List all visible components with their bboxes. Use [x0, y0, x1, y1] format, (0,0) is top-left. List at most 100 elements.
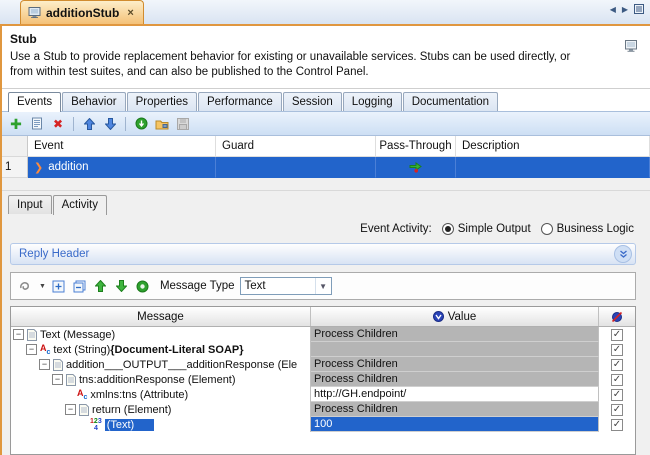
events-toolbar: ✚ ✖ [2, 111, 650, 136]
description-cell[interactable] [456, 157, 650, 178]
nil-cell[interactable] [599, 327, 635, 342]
tree-row-tns-additionresponse[interactable]: tns:additionResponse (Element) Process C… [11, 372, 635, 387]
tab-activity[interactable]: Activity [53, 195, 107, 215]
tree-row-text-string[interactable]: Ac text (String) {Document-Literal SOAP} [11, 342, 635, 357]
forward-icon[interactable]: ▶ [622, 5, 628, 14]
radio-business-logic[interactable]: Business Logic [541, 223, 634, 235]
number-node-icon: 1234 [90, 418, 102, 432]
event-arrow-icon: ❯ [34, 161, 43, 174]
events-table: Event Guard Pass-Through Description 1 ❯… [2, 136, 650, 191]
collapse-node-icon[interactable] [26, 344, 37, 355]
column-header-event[interactable]: Event [28, 136, 216, 157]
column-header-nil[interactable] [599, 307, 635, 326]
expand-all-icon[interactable] [51, 278, 67, 294]
collapse-all-icon[interactable] [72, 278, 88, 294]
attribute-node-icon: Ac [77, 389, 87, 401]
attach-icon[interactable] [17, 278, 33, 294]
event-activity-label: Event Activity: [360, 223, 432, 235]
double-chevron-down-icon [619, 250, 628, 259]
radio-unselected-icon [541, 223, 553, 235]
attach-dropdown-icon[interactable]: ▼ [39, 283, 46, 290]
node-label-selected: (Text) [105, 419, 155, 431]
value-cell-editable[interactable]: http://GH.endpoint/ [311, 387, 599, 402]
tab-events[interactable]: Events [8, 92, 61, 112]
value-cell[interactable] [311, 342, 599, 357]
activity-panel: Input Activity Event Activity: Simple Ou… [2, 191, 650, 455]
checkbox-checked-icon[interactable] [611, 374, 623, 386]
validate-icon[interactable] [135, 278, 151, 294]
column-header-pass-through[interactable]: Pass-Through [376, 136, 456, 157]
message-type-select[interactable]: Text ▼ [240, 277, 332, 295]
radio-simple-output[interactable]: Simple Output [442, 223, 531, 235]
column-header-value[interactable]: Value [311, 307, 599, 326]
view-list-icon[interactable] [634, 4, 644, 14]
pass-through-cell[interactable] [376, 157, 456, 178]
copy-event-icon[interactable] [29, 116, 45, 132]
column-header-guard[interactable]: Guard [216, 136, 376, 157]
event-row-addition[interactable]: 1 ❯ addition [2, 157, 650, 178]
column-header-description[interactable]: Description [456, 136, 650, 157]
nil-cell[interactable] [599, 342, 635, 357]
node-label: addition___OUTPUT___additionResponse (El… [66, 359, 297, 371]
run-icon[interactable] [133, 116, 149, 132]
move-down-icon[interactable] [102, 116, 118, 132]
checkbox-checked-icon[interactable] [611, 389, 623, 401]
message-tree-table: Message Value [10, 306, 636, 455]
value-cell[interactable]: Process Children [311, 327, 599, 342]
value-orb-icon [433, 311, 444, 322]
collapse-node-icon[interactable] [13, 329, 24, 340]
value-cell[interactable]: Process Children [311, 372, 599, 387]
reply-header-section[interactable]: Reply Header [10, 243, 636, 265]
tree-row-text-message[interactable]: Text (Message) Process Children [11, 327, 635, 342]
guard-cell[interactable] [216, 157, 376, 178]
combo-chevron-icon: ▼ [315, 278, 331, 294]
nil-cell[interactable] [599, 387, 635, 402]
tab-input[interactable]: Input [8, 195, 52, 214]
checkbox-checked-icon[interactable] [611, 344, 623, 356]
close-tab-icon[interactable]: × [127, 7, 133, 19]
checkbox-checked-icon[interactable] [611, 359, 623, 371]
string-node-icon: Ac [40, 344, 50, 356]
events-table-empty-area [2, 178, 650, 191]
move-up-icon[interactable] [81, 116, 97, 132]
tab-documentation[interactable]: Documentation [403, 92, 498, 111]
back-icon[interactable]: ◀ [610, 5, 616, 14]
move-down-green-icon[interactable] [114, 278, 130, 294]
checkbox-checked-icon[interactable] [611, 419, 623, 431]
move-up-green-icon[interactable] [93, 278, 109, 294]
tree-row-xmlns-tns[interactable]: Ac xmlns:tns (Attribute) http://GH.endpo… [11, 387, 635, 402]
tab-logging[interactable]: Logging [343, 92, 402, 111]
node-label: Text (Message) [40, 329, 115, 341]
column-header-message[interactable]: Message [11, 307, 311, 326]
message-table-header: Message Value [11, 307, 635, 327]
checkbox-checked-icon[interactable] [611, 329, 623, 341]
collapse-node-icon[interactable] [39, 359, 50, 370]
tree-row-text-value[interactable]: 1234 (Text) 100 [11, 417, 635, 432]
collapse-section-button[interactable] [614, 245, 632, 263]
collapse-node-icon[interactable] [65, 404, 76, 415]
nil-cell[interactable] [599, 372, 635, 387]
add-event-icon[interactable]: ✚ [8, 116, 24, 132]
package-icon[interactable] [154, 116, 170, 132]
value-cell[interactable]: Process Children [311, 402, 599, 417]
message-type-label: Message Type [160, 280, 235, 292]
value-cell-selected[interactable]: 100 [311, 417, 599, 432]
tab-session[interactable]: Session [283, 92, 342, 111]
event-name-cell[interactable]: ❯ addition [28, 157, 216, 178]
tree-row-addition-output[interactable]: addition___OUTPUT___additionResponse (El… [11, 357, 635, 372]
delete-event-icon[interactable]: ✖ [50, 116, 66, 132]
nil-cell[interactable] [599, 402, 635, 417]
collapse-node-icon[interactable] [52, 374, 63, 385]
nil-cell[interactable] [599, 417, 635, 432]
tab-properties[interactable]: Properties [127, 92, 197, 111]
activity-tab-strip: Input Activity [2, 191, 650, 214]
tab-behavior[interactable]: Behavior [62, 92, 125, 111]
row-number-header [2, 136, 28, 157]
checkbox-checked-icon[interactable] [611, 404, 623, 416]
nil-cell[interactable] [599, 357, 635, 372]
stub-monitor-icon [624, 40, 638, 52]
value-cell[interactable]: Process Children [311, 357, 599, 372]
document-tab-additionstub[interactable]: additionStub × [20, 0, 144, 24]
tree-row-return[interactable]: return (Element) Process Children [11, 402, 635, 417]
tab-performance[interactable]: Performance [198, 92, 282, 111]
